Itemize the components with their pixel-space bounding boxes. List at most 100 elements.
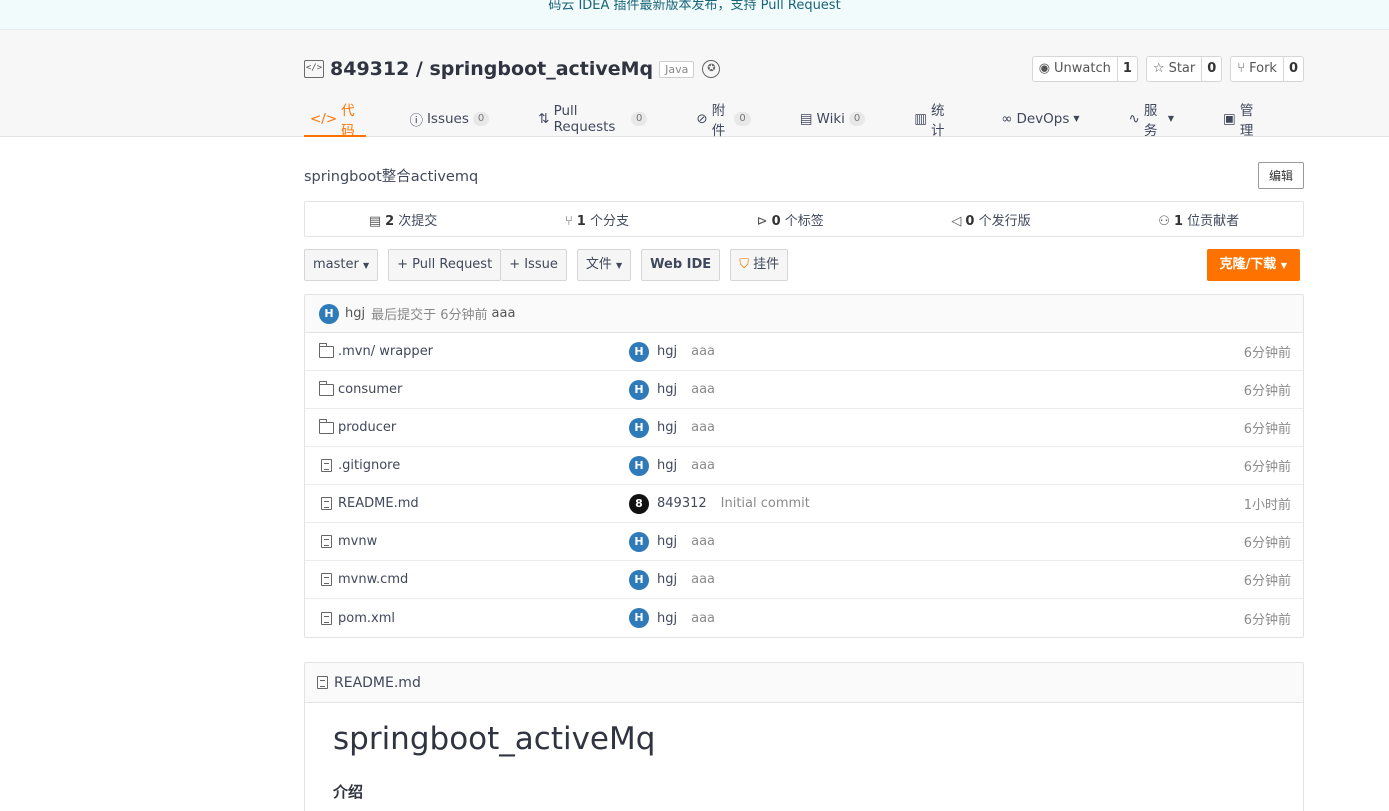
file-commit-message[interactable]: aaa (691, 344, 715, 359)
file-name-link[interactable]: producer (319, 418, 396, 435)
file-commit-time: 6分钟前 (1243, 384, 1291, 399)
file-row[interactable]: producer Hhgj aaa 6分钟前 (305, 409, 1303, 447)
tab-stats[interactable]: ▥ 统计 (908, 100, 958, 139)
file-commit-message[interactable]: aaa (691, 382, 715, 397)
repo-header: </> 849312 / springboot_activeMq Java ✪ … (0, 30, 1389, 139)
banner-text[interactable]: 码云 IDEA 插件最新版本发布，支持 Pull Request (548, 0, 840, 13)
avatar[interactable]: H (629, 455, 649, 476)
stat-contributors[interactable]: ⚇ 1 位贡献者 (1158, 210, 1239, 229)
avatar[interactable]: H (319, 303, 339, 324)
stat-branches[interactable]: ⑂ 1 个分支 (565, 210, 629, 229)
file-name[interactable]: .gitignore (338, 458, 400, 473)
file-name-link[interactable]: pom.xml (319, 611, 395, 626)
unwatch-button[interactable]: ◉ Unwatch 1 (1031, 56, 1138, 82)
file-commit-message[interactable]: Initial commit (721, 496, 810, 511)
fork-count[interactable]: 0 (1282, 57, 1303, 81)
announcement-banner[interactable]: 码云 IDEA 插件最新版本发布，支持 Pull Request (0, 0, 1389, 30)
file-commit-author[interactable]: hgj (657, 611, 677, 626)
repo-tabs: </> 代码 ⓘ Issues 0 ⇅ Pull Requests 0 ⊘ 附件… (304, 100, 1304, 139)
file-commit-time: 6分钟前 (1243, 422, 1291, 437)
clone-download-button[interactable]: 克隆/下载 ▼ (1206, 249, 1300, 281)
stat-label: 位贡献者 (1182, 213, 1240, 229)
folder-icon (319, 418, 334, 434)
web-ide-button[interactable]: Web IDE (641, 249, 721, 281)
tab-label: 管理 (1239, 102, 1254, 139)
branch-select[interactable]: master ▼ (304, 249, 379, 281)
file-commit: Hhgj aaa (629, 531, 715, 552)
file-name[interactable]: consumer (338, 382, 402, 397)
file-name[interactable]: README.md (338, 496, 419, 511)
file-name-link[interactable]: .mvn/ wrapper (319, 342, 433, 359)
stat-tags[interactable]: ⊳ 0 个标签 (757, 210, 824, 229)
tab-devops[interactable]: ∞ DevOps ▼ (995, 100, 1085, 137)
watch-count[interactable]: 1 (1116, 57, 1137, 81)
file-row[interactable]: pom.xml Hhgj aaa 6分钟前 (305, 599, 1303, 637)
file-row[interactable]: README.md 8 849312 Initial commit 1小时前 (305, 485, 1303, 523)
stat-label: 次提交 (394, 213, 438, 229)
tab-wiki[interactable]: ▤ Wiki 0 (794, 100, 872, 137)
file-commit-message[interactable]: aaa (691, 458, 715, 473)
avatar[interactable]: H (629, 569, 649, 590)
file-commit-author[interactable]: hgj (657, 382, 677, 397)
file-menu-button[interactable]: 文件 ▼ (576, 249, 632, 281)
avatar[interactable]: H (629, 341, 649, 362)
file-name[interactable]: mvnw (338, 534, 377, 549)
avatar[interactable]: H (629, 531, 649, 552)
repo-code-icon: </> (304, 60, 324, 78)
file-commit-author[interactable]: hgj (657, 534, 677, 549)
file-commit-author[interactable]: 849312 (657, 496, 707, 511)
tab-code[interactable]: </> 代码 (304, 100, 367, 139)
file-name-link[interactable]: mvnw.cmd (319, 572, 408, 587)
file-commit-author[interactable]: hgj (657, 344, 677, 359)
stat-commits[interactable]: ▤ 2 次提交 (369, 210, 437, 229)
file-name-link[interactable]: consumer (319, 380, 402, 397)
tab-issues[interactable]: ⓘ Issues 0 (403, 100, 495, 137)
file-name-link[interactable]: mvnw (319, 534, 377, 549)
file-name[interactable]: .mvn/ wrapper (338, 344, 433, 359)
file-row[interactable]: .mvn/ wrapper Hhgj aaa 6分钟前 (305, 333, 1303, 371)
file-row[interactable]: .gitignore Hhgj aaa 6分钟前 (305, 447, 1303, 485)
file-commit-message[interactable]: aaa (691, 534, 715, 549)
file-row[interactable]: mvnw Hhgj aaa 6分钟前 (305, 523, 1303, 561)
star-button[interactable]: ☆ Star 0 (1145, 56, 1223, 82)
manage-icon: ▣ (1223, 110, 1236, 127)
file-commit-message[interactable]: aaa (691, 611, 715, 626)
tab-badge: 0 (848, 111, 866, 126)
star-count[interactable]: 0 (1201, 57, 1221, 81)
avatar[interactable]: H (629, 379, 649, 400)
widget-button[interactable]: ⛉ 挂件 (730, 249, 789, 281)
stat-releases[interactable]: ◁ 0 个发行版 (951, 210, 1030, 229)
file-menu-label: 文件 (585, 257, 612, 272)
file-name-link[interactable]: .gitignore (319, 458, 400, 473)
file-name[interactable]: mvnw.cmd (338, 572, 408, 587)
file-commit-author[interactable]: hgj (657, 572, 677, 587)
fork-button[interactable]: ⑂ Fork 0 (1230, 56, 1304, 82)
avatar[interactable]: 8 (629, 493, 649, 514)
avatar[interactable]: H (629, 417, 649, 438)
tab-attachments[interactable]: ⊘ 附件 0 (690, 100, 756, 139)
file-commit-author[interactable]: hgj (657, 458, 677, 473)
tab-services[interactable]: ∿ 服务 ▼ (1123, 100, 1181, 139)
file-name[interactable]: producer (338, 420, 396, 435)
commit-author[interactable]: hgj (345, 306, 365, 321)
tab-pull-requests[interactable]: ⇅ Pull Requests 0 (532, 100, 653, 137)
language-badge[interactable]: Java (659, 60, 695, 78)
new-pull-request-button[interactable]: + Pull Request (388, 249, 502, 281)
file-commit-message[interactable]: aaa (691, 420, 715, 435)
readme-heading: springboot_activeMq (333, 721, 656, 757)
file-row[interactable]: mvnw.cmd Hhgj aaa 6分钟前 (305, 561, 1303, 599)
new-issue-button[interactable]: + Issue (501, 249, 567, 281)
file-name-link[interactable]: README.md (319, 496, 419, 511)
commit-message-link[interactable]: aaa (492, 306, 516, 321)
edit-description-button[interactable]: 编辑 (1257, 161, 1304, 189)
file-icon (321, 459, 332, 472)
file-row[interactable]: consumer Hhgj aaa 6分钟前 (305, 371, 1303, 409)
file-name[interactable]: pom.xml (338, 611, 395, 626)
stat-count: 2 (385, 213, 395, 229)
readme-filename[interactable]: README.md (334, 675, 421, 691)
avatar[interactable]: H (629, 608, 649, 628)
repo-title[interactable]: 849312 / springboot_activeMq (330, 58, 653, 80)
file-commit-author[interactable]: hgj (657, 420, 677, 435)
file-commit-message[interactable]: aaa (691, 572, 715, 587)
tab-manage[interactable]: ▣ 管理 (1217, 100, 1267, 139)
